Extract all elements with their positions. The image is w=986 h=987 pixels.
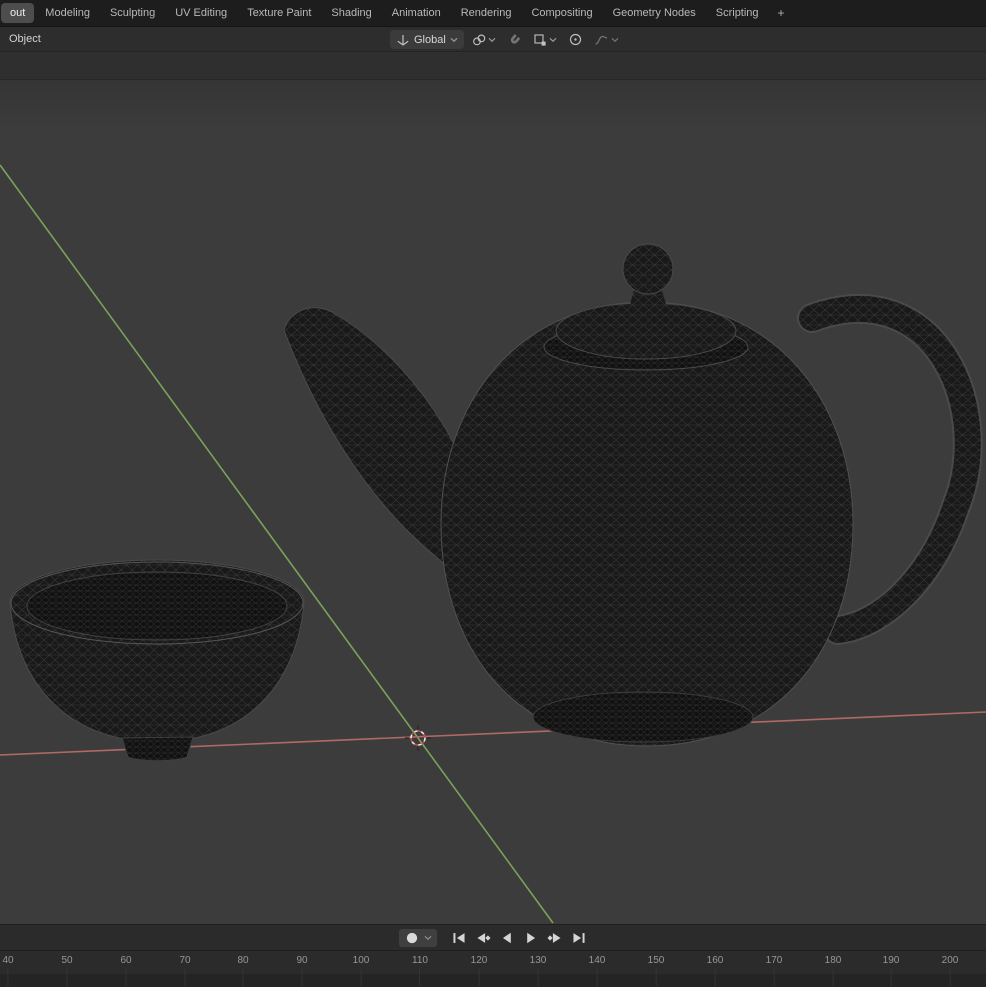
ruler-tick-label: 100 — [352, 955, 370, 966]
orientation-label: Global — [414, 33, 446, 46]
tab-layout[interactable]: out — [1, 3, 35, 23]
timeline-header — [0, 924, 986, 950]
snap-magnet-toggle[interactable] — [504, 30, 525, 49]
ruler-tick-label: 180 — [824, 955, 842, 966]
object-mode-selector[interactable]: Object — [9, 33, 41, 45]
tab-sculpting[interactable]: Sculpting — [101, 3, 164, 23]
jump-to-end-button[interactable] — [571, 930, 587, 946]
add-workspace-button[interactable]: + — [770, 4, 793, 22]
ruler-tick-label: 80 — [237, 955, 249, 966]
teapot-wireframe[interactable] — [283, 243, 983, 747]
timeline-track-area[interactable] — [0, 974, 986, 987]
chevron-down-icon — [549, 37, 557, 42]
ruler-tick-label: 120 — [470, 955, 488, 966]
chevron-down-icon — [450, 37, 458, 42]
auto-key-toggle[interactable] — [399, 928, 437, 947]
snap-magnet-icon — [510, 34, 520, 44]
viewport-canvas[interactable] — [0, 80, 986, 924]
ruler-tick-label: 70 — [179, 955, 191, 966]
ruler-tick-label: 40 — [2, 955, 14, 966]
snap-target-dropdown[interactable] — [530, 30, 560, 49]
ruler-tick-label: 130 — [529, 955, 547, 966]
pivot-point-dropdown[interactable] — [469, 30, 499, 49]
tool-settings-bar — [0, 52, 986, 80]
falloff-curve-icon — [595, 35, 607, 45]
tab-uv-editing[interactable]: UV Editing — [166, 3, 236, 23]
ruler-tick-label: 170 — [765, 955, 783, 966]
orientation-dropdown[interactable]: Global — [390, 30, 464, 49]
tab-geometry-nodes[interactable]: Geometry Nodes — [604, 3, 705, 23]
blender-window: out Modeling Sculpting UV Editing Textur… — [0, 0, 986, 987]
viewport-3d[interactable] — [0, 80, 986, 924]
ruler-tick-label: 160 — [706, 955, 724, 966]
ruler-tick-label: 190 — [882, 955, 900, 966]
jump-to-start-button[interactable] — [451, 930, 467, 946]
play-reverse-button[interactable] — [499, 930, 515, 946]
ruler-tick-label: 200 — [941, 955, 959, 966]
proportional-editing-toggle[interactable] — [565, 30, 586, 49]
tab-rendering[interactable]: Rendering — [452, 3, 521, 23]
ruler-tick-label: 110 — [412, 955, 428, 966]
tab-scripting[interactable]: Scripting — [707, 3, 768, 23]
orientation-icon — [397, 34, 409, 45]
timeline-ruler[interactable]: 40 50 60 70 80 90 100 110 120 130 140 15… — [0, 950, 986, 987]
transform-snap-cluster: Global — [390, 30, 622, 49]
tab-animation[interactable]: Animation — [383, 3, 450, 23]
chevron-down-icon[interactable] — [424, 935, 432, 941]
chevron-down-icon — [611, 37, 619, 42]
ruler-tick-label: 140 — [588, 955, 606, 966]
tab-compositing[interactable]: Compositing — [522, 3, 601, 23]
pivot-point-icon — [472, 34, 486, 45]
jump-to-previous-keyframe-button[interactable] — [475, 930, 491, 946]
viewport-header: Object Global — [0, 27, 986, 52]
jump-to-next-keyframe-button[interactable] — [547, 930, 563, 946]
proportional-editing-icon — [569, 33, 581, 46]
ruler-tick-label: 50 — [61, 955, 73, 966]
bowl-wireframe[interactable] — [9, 559, 305, 762]
play-forward-button[interactable] — [523, 930, 539, 946]
tab-shading[interactable]: Shading — [322, 3, 380, 23]
ruler-tick-label: 90 — [296, 955, 308, 966]
snap-target-icon — [534, 33, 546, 46]
tab-modeling[interactable]: Modeling — [36, 3, 99, 23]
ruler-tick-label: 150 — [647, 955, 665, 966]
chevron-down-icon — [488, 37, 496, 42]
tab-texture-paint[interactable]: Texture Paint — [238, 3, 320, 23]
falloff-dropdown[interactable] — [591, 30, 622, 49]
topbar: out Modeling Sculpting UV Editing Textur… — [0, 0, 986, 27]
record-icon — [406, 932, 418, 943]
transport-controls — [451, 930, 587, 946]
ruler-tick-label: 60 — [120, 955, 132, 966]
